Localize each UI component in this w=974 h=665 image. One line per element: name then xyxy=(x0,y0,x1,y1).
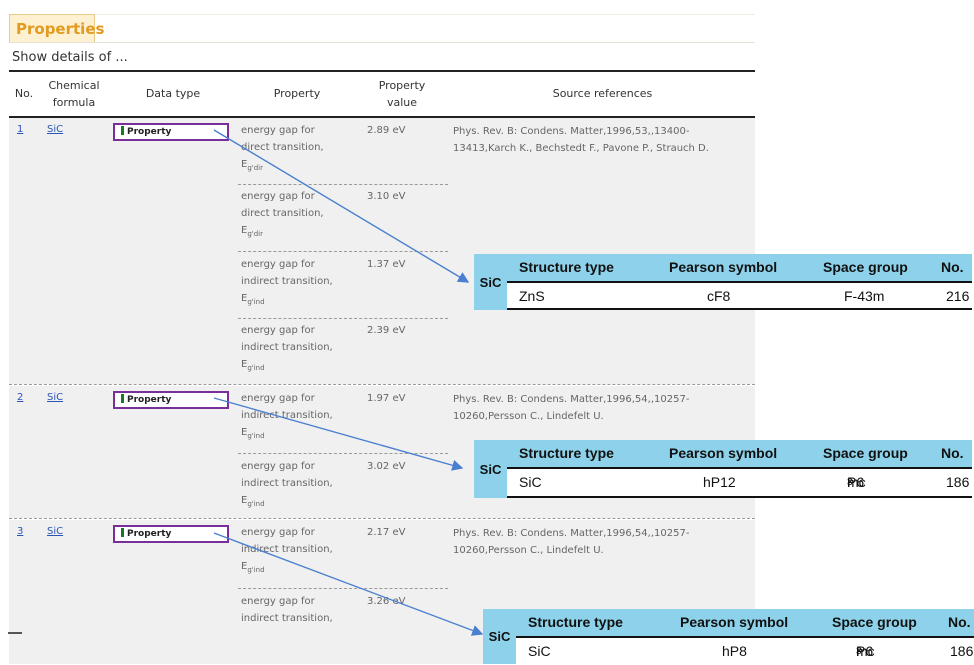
popup-header-row: Structure type Pearson symbol Space grou… xyxy=(507,440,972,467)
arrow-2 xyxy=(213,397,464,471)
popup-rule xyxy=(507,496,972,498)
arrow-3 xyxy=(213,532,484,636)
structure-popup-3: SiC Structure type Pearson symbol Space … xyxy=(483,609,974,664)
connector-arrows xyxy=(213,129,484,636)
popup-data-row: ZnS cF8 F-43m 216 xyxy=(507,283,972,308)
structure-popup-2: SiC Structure type Pearson symbol Space … xyxy=(474,440,972,498)
popup-data-row: SiC hP12 P6 3 mc 186 xyxy=(507,469,972,494)
popup-header-row: Structure type Pearson symbol Space grou… xyxy=(507,254,972,281)
popup-compound-label: SiC xyxy=(474,254,507,310)
popup-rule xyxy=(507,308,972,310)
popup-compound-label: SiC xyxy=(483,609,516,664)
popup-compound-label: SiC xyxy=(474,440,507,498)
arrow-1 xyxy=(213,129,470,283)
popup-data-row: SiC hP8 P6 3 mc 186 xyxy=(516,638,974,663)
popup-header-row: Structure type Pearson symbol Space grou… xyxy=(516,609,974,636)
structure-popup-1: SiC Structure type Pearson symbol Space … xyxy=(474,254,972,310)
